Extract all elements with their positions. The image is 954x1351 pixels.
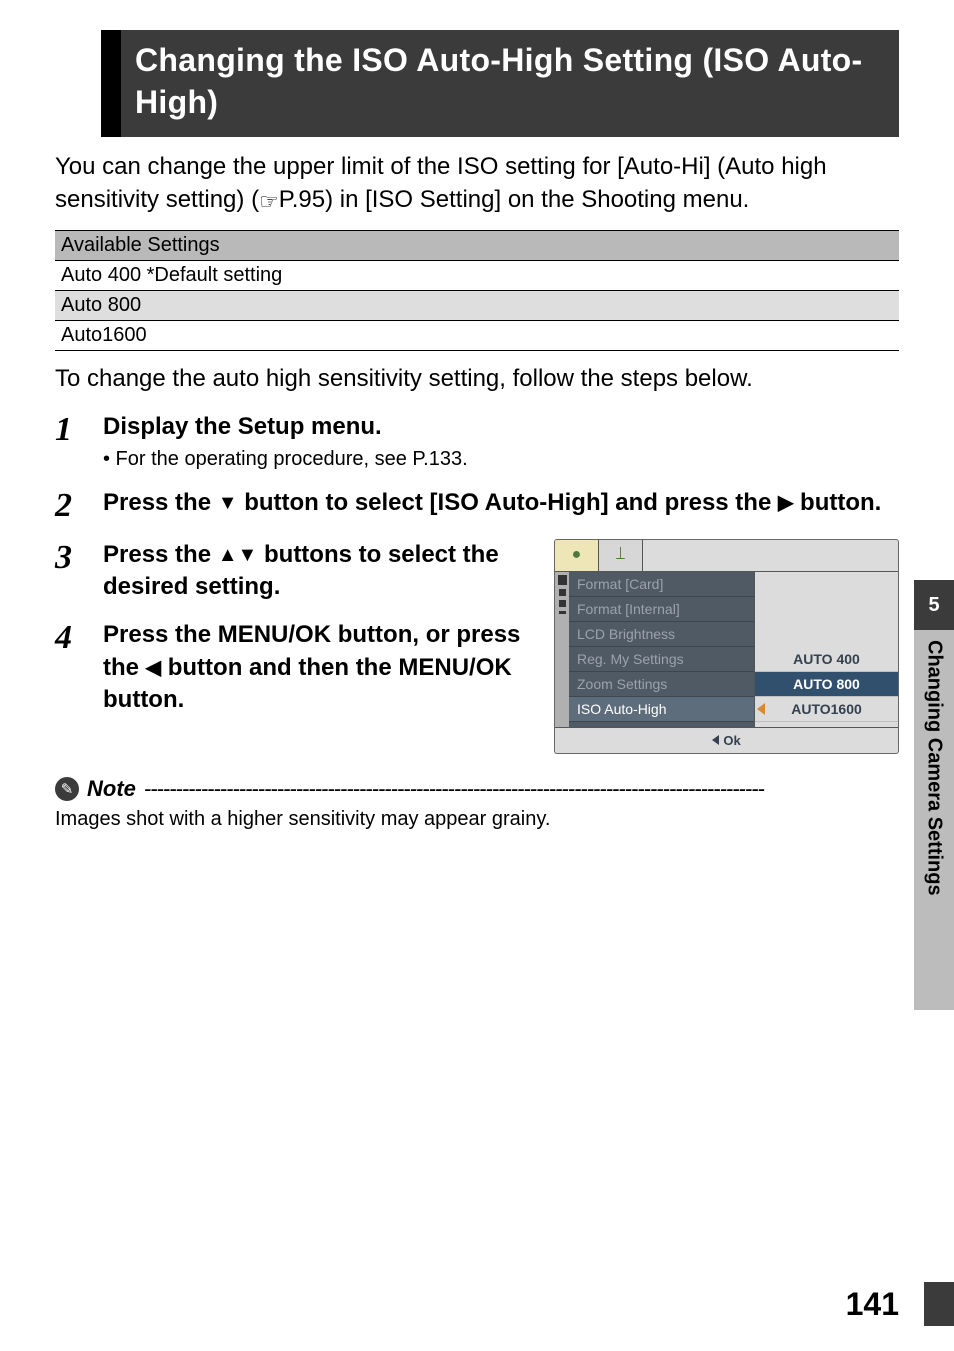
- lcd-option-selected: AUTO 800: [755, 672, 898, 697]
- step-3-pre: Press the: [103, 541, 218, 568]
- lcd-footer: Ok: [555, 727, 898, 753]
- down-triangle-icon: ▼: [238, 542, 258, 569]
- intro-paragraph: You can change the upper limit of the IS…: [55, 151, 899, 216]
- step-4: 4 Press the MENU/OK button, or press the…: [55, 619, 536, 716]
- step-2-mid: button to select [ISO Auto-High] and pre…: [238, 489, 778, 516]
- step-4-post: button and then the MENU/OK button.: [103, 654, 512, 713]
- settings-row: Auto 800: [55, 291, 899, 321]
- step-number: 4: [55, 619, 103, 655]
- step-3-title: Press the ▲▼ buttons to select the desir…: [103, 539, 536, 604]
- step-number: 2: [55, 487, 103, 523]
- settings-row: Auto 400 *Default setting: [55, 261, 899, 291]
- step-1: 1 Display the Setup menu. • For the oper…: [55, 411, 899, 470]
- lcd-footer-label: Ok: [723, 733, 740, 748]
- step-3: 3 Press the ▲▼ buttons to select the des…: [55, 539, 536, 604]
- page-number-bar: [924, 1282, 954, 1326]
- lcd-scroll-indicator: [555, 572, 569, 727]
- step-2: 2 Press the ▼ button to select [ISO Auto…: [55, 487, 899, 523]
- lcd-tab-camera: ●: [555, 540, 599, 571]
- intro-page-ref: P.95: [279, 186, 325, 213]
- step-4-title: Press the MENU/OK button, or press the ◀…: [103, 619, 536, 716]
- lcd-menu-item-selected: ISO Auto-High: [569, 697, 754, 722]
- settings-header: Available Settings: [55, 231, 899, 261]
- lcd-options-panel: AUTO 400 AUTO 800 AUTO1600: [755, 572, 898, 727]
- title-left-margin: [55, 30, 101, 137]
- lcd-option: AUTO1600: [755, 697, 898, 722]
- page-ref-icon: ☞: [259, 187, 279, 217]
- section-title: Changing the ISO Auto-High Setting (ISO …: [55, 30, 899, 137]
- lcd-menu-item: LCD Brightness: [569, 622, 754, 647]
- lcd-tab-setup: ⟘: [599, 540, 643, 571]
- lcd-menu-item: Format [Internal]: [569, 597, 754, 622]
- step-1-title: Display the Setup menu.: [103, 411, 899, 443]
- chapter-title: Changing Camera Settings: [914, 630, 954, 1010]
- setup-icon: ⟘: [616, 546, 625, 564]
- lcd-menu-item: Format [Card]: [569, 572, 754, 597]
- page-number: 141: [846, 1286, 899, 1323]
- lcd-menu-panel: Format [Card] Format [Internal] LCD Brig…: [555, 572, 755, 727]
- lcd-menu-item: Zoom Settings: [569, 672, 754, 697]
- steps-intro: To change the auto high sensitivity sett…: [55, 365, 899, 393]
- step-number: 3: [55, 539, 103, 575]
- note-header: ✎ Note ---------------------------------…: [55, 776, 899, 802]
- note-dashes: ----------------------------------------…: [144, 776, 899, 802]
- left-triangle-icon: [712, 735, 719, 745]
- settings-row: Auto1600: [55, 321, 899, 351]
- section-title-text: Changing the ISO Auto-High Setting (ISO …: [121, 30, 899, 137]
- up-triangle-icon: ▲: [218, 542, 238, 569]
- right-triangle-icon: ▶: [778, 490, 793, 517]
- step-2-pre: Press the: [103, 489, 218, 516]
- title-black-bar: [101, 30, 121, 137]
- note-label: Note: [87, 776, 136, 802]
- chapter-number: 5: [914, 580, 954, 630]
- step-1-sub: • For the operating procedure, see P.133…: [103, 448, 899, 471]
- chapter-side-tab: 5 Changing Camera Settings: [914, 580, 954, 1010]
- left-triangle-icon: ◀: [146, 655, 161, 682]
- intro-paragraph-post: ) in [ISO Setting] on the Shooting menu.: [325, 186, 749, 213]
- note-icon: ✎: [55, 777, 79, 801]
- step-2-title: Press the ▼ button to select [ISO Auto-H…: [103, 487, 899, 519]
- down-triangle-icon: ▼: [218, 490, 238, 517]
- note-text: Images shot with a higher sensitivity ma…: [55, 808, 899, 831]
- camera-lcd-preview: ● ⟘ Format [Card] Format [Internal] LCD …: [554, 539, 899, 754]
- camera-icon: ●: [572, 546, 582, 564]
- lcd-option: AUTO 400: [755, 647, 898, 672]
- lcd-menu-item: Reg. My Settings: [569, 647, 754, 672]
- available-settings-table: Available Settings Auto 400 *Default set…: [55, 230, 899, 351]
- step-2-post: button.: [793, 489, 881, 516]
- step-number: 1: [55, 411, 103, 447]
